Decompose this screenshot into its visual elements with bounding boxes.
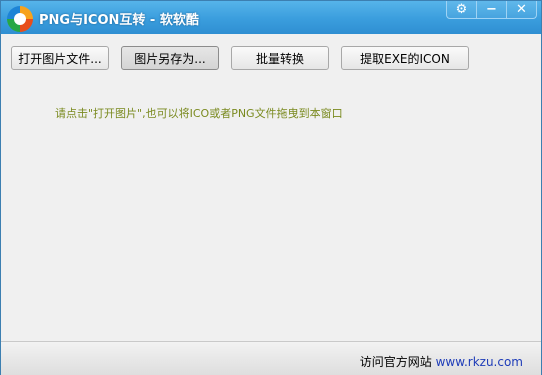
- extract-exe-icon-button[interactable]: 提取EXE的ICON: [341, 46, 469, 70]
- title-bar[interactable]: PNG与ICON互转 - 软软酷 ⚙ − ✕: [1, 1, 541, 34]
- visit-site-label[interactable]: 访问官方网站: [360, 355, 432, 369]
- website-url-link[interactable]: www.rkzu.com: [436, 355, 523, 369]
- status-bar: 访问官方网站 www.rkzu.com: [1, 341, 541, 375]
- app-window: PNG与ICON互转 - 软软酷 ⚙ − ✕ 打开图片文件... 图片另存为..…: [0, 0, 542, 375]
- save-as-button[interactable]: 图片另存为...: [121, 46, 219, 70]
- settings-icon[interactable]: ⚙: [446, 1, 477, 19]
- drop-hint-text: 请点击"打开图片",也可以将ICO或者PNG文件拖曳到本窗口: [55, 107, 343, 120]
- app-logo-icon: [7, 6, 33, 32]
- window-title: PNG与ICON互转 - 软软酷: [39, 13, 199, 28]
- window-controls: ⚙ − ✕: [446, 1, 537, 20]
- open-image-button[interactable]: 打开图片文件...: [11, 46, 109, 70]
- website-link-group[interactable]: 访问官方网站 www.rkzu.com: [360, 353, 523, 370]
- batch-convert-button[interactable]: 批量转换: [231, 46, 329, 70]
- close-icon[interactable]: ✕: [506, 1, 537, 19]
- minimize-icon[interactable]: −: [476, 1, 507, 19]
